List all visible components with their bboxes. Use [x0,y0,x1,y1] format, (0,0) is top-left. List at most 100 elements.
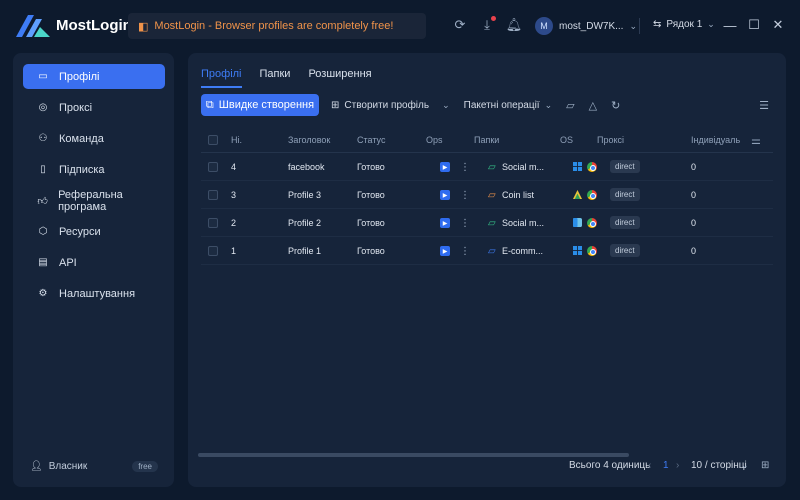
table-header: Ні. Заголовок Статус Ops Папки OS Проксі… [201,127,773,153]
horizontal-scrollbar[interactable] [198,453,629,457]
close-button[interactable]: ✕ [770,17,786,33]
row-individual: 0 [691,218,697,228]
more-actions-icon[interactable]: ⋮ [460,218,470,229]
batch-operations-label: Пакетні операції [463,99,540,111]
translate-icon: ⇆ [653,19,662,30]
quick-create-label: Швидке створення [218,99,315,111]
app-title: MostLogin [56,17,132,34]
open-browser-button[interactable]: ▶ [440,162,450,172]
bell-icon[interactable]: 🔔︎ [506,17,523,33]
sidebar-item-profiles[interactable]: ▭ Профілі [23,64,165,89]
more-actions-icon[interactable]: ⋮ [460,190,470,201]
row-title: facebook [288,162,325,172]
maximize-button[interactable]: ☐ [746,17,762,33]
title-bar: MostLogin ◧ MostLogin - Browser profiles… [0,0,800,52]
folder-icon: ▱ [488,190,496,201]
prev-page-icon[interactable]: ‹ [648,460,651,471]
gear-icon: ⚙ [38,288,48,299]
sidebar-item-subscription[interactable]: ▯ Підписка [23,157,165,182]
plus-square-icon: ⊞ [331,99,340,111]
column-header-no[interactable]: Ні. [231,135,242,145]
column-header-status[interactable]: Статус [357,135,385,145]
next-page-icon[interactable]: › [676,460,679,471]
row-folder: Coin list [502,190,535,200]
batch-operations-dropdown[interactable]: Пакетні операції ⌄ [464,100,553,111]
create-profile-button[interactable]: ⊞ Створити профіль ⌄ [331,100,450,111]
sync-icon[interactable]: ⟳ [452,17,468,33]
column-settings-icon[interactable]: ⚌ [751,134,761,147]
filter-list-icon[interactable]: ☰ [759,99,769,112]
table-row[interactable]: 2 Profile 2 Готово ▶ ⋮ ▱ Social m... dir… [201,209,773,237]
refresh-icon[interactable]: ↻ [611,99,620,112]
folder-icon[interactable]: ▱ [566,99,574,112]
column-header-folders[interactable]: Папки [474,135,499,145]
location-pin-icon: ◎ [38,102,48,113]
column-header-individual[interactable]: Індивідуаль [691,135,740,145]
copy-icon: ⧉ [205,98,214,111]
row-folder: Social m... [502,162,545,172]
cube-icon: ⬡ [38,226,48,237]
folder-icon: ▱ [488,218,496,229]
grid-view-icon[interactable]: ⊞ [761,460,769,471]
chevron-down-icon: ⌄ [544,99,553,110]
column-header-title[interactable]: Заголовок [288,135,330,145]
app-logo-icon [16,15,50,37]
row-checkbox[interactable] [208,246,218,256]
user-menu[interactable]: M most_DW7K... ⌄ [535,16,637,36]
row-checkbox[interactable] [208,218,218,228]
proxy-badge: direct [610,188,640,201]
chrome-icon [587,162,597,172]
proxy-badge: direct [610,244,640,257]
sidebar-item-settings[interactable]: ⚙ Налаштування [23,281,165,306]
open-browser-button[interactable]: ▶ [440,246,450,256]
user-icon: 👤︎ [30,461,43,472]
sidebar-item-resources[interactable]: ⬡ Ресурси [23,219,165,244]
table-row[interactable]: 4 facebook Готово ▶ ⋮ ▱ Social m... dire… [201,153,773,181]
chevron-down-icon: ⌄ [442,99,450,110]
promo-banner[interactable]: ◧ MostLogin - Browser profiles are compl… [128,13,426,39]
plan-badge: free [132,461,158,472]
column-header-os[interactable]: OS [560,135,573,145]
open-browser-button[interactable]: ▶ [440,218,450,228]
page-size-select[interactable]: 10 / сторінці [691,460,747,471]
select-all-checkbox[interactable] [208,135,218,145]
proxy-badge: direct [610,160,640,173]
language-selector[interactable]: ⇆ Рядок 1 ⌄ [653,19,715,30]
column-header-proxy[interactable]: Проксі [597,135,624,145]
android-icon [573,190,582,199]
promo-banner-text: MostLogin - Browser profiles are complet… [154,20,394,32]
sidebar-item-proxy[interactable]: ◎ Проксі [23,95,165,120]
row-title: Profile 2 [288,218,322,228]
windows-icon [573,246,582,255]
account-owner[interactable]: 👤︎ Власник free [30,461,158,472]
sidebar-item-referral[interactable]: 👍︎ Реферальна програма [23,188,165,213]
divider [639,18,640,34]
row-status: Готово [357,162,385,172]
table-row[interactable]: 3 Profile 3 Готово ▶ ⋮ ▱ Coin list direc… [201,181,773,209]
more-actions-icon[interactable]: ⋮ [460,246,470,257]
minimize-button[interactable]: — [722,17,738,33]
sidebar-item-team[interactable]: ⚇ Команда [23,126,165,151]
create-profile-label: Створити профіль [344,99,430,111]
quick-create-button[interactable]: ⧉ Швидке створення [201,94,319,116]
folder-icon: ▱ [488,162,496,173]
column-header-ops: Ops [426,135,443,145]
row-checkbox[interactable] [208,162,218,172]
more-actions-icon[interactable]: ⋮ [460,162,470,173]
warning-icon[interactable]: △ [589,99,597,112]
sidebar-item-label: Ресурси [59,225,101,238]
row-number: 2 [231,218,237,228]
row-checkbox[interactable] [208,190,218,200]
tab-extensions[interactable]: Розширення [308,68,371,88]
sidebar-item-label: Налаштування [59,287,136,300]
page-number[interactable]: 1 [663,460,669,471]
tab-profiles[interactable]: Профілі [201,68,242,88]
tab-folders[interactable]: Папки [260,68,291,88]
sidebar-item-api[interactable]: ▤ API [23,250,165,275]
chrome-icon [587,246,597,256]
sidebar-item-label: Команда [59,132,104,145]
notification-dot [491,16,496,21]
row-individual: 0 [691,162,697,172]
open-browser-button[interactable]: ▶ [440,190,450,200]
table-row[interactable]: 1 Profile 1 Готово ▶ ⋮ ▱ E-comm... direc… [201,237,773,265]
